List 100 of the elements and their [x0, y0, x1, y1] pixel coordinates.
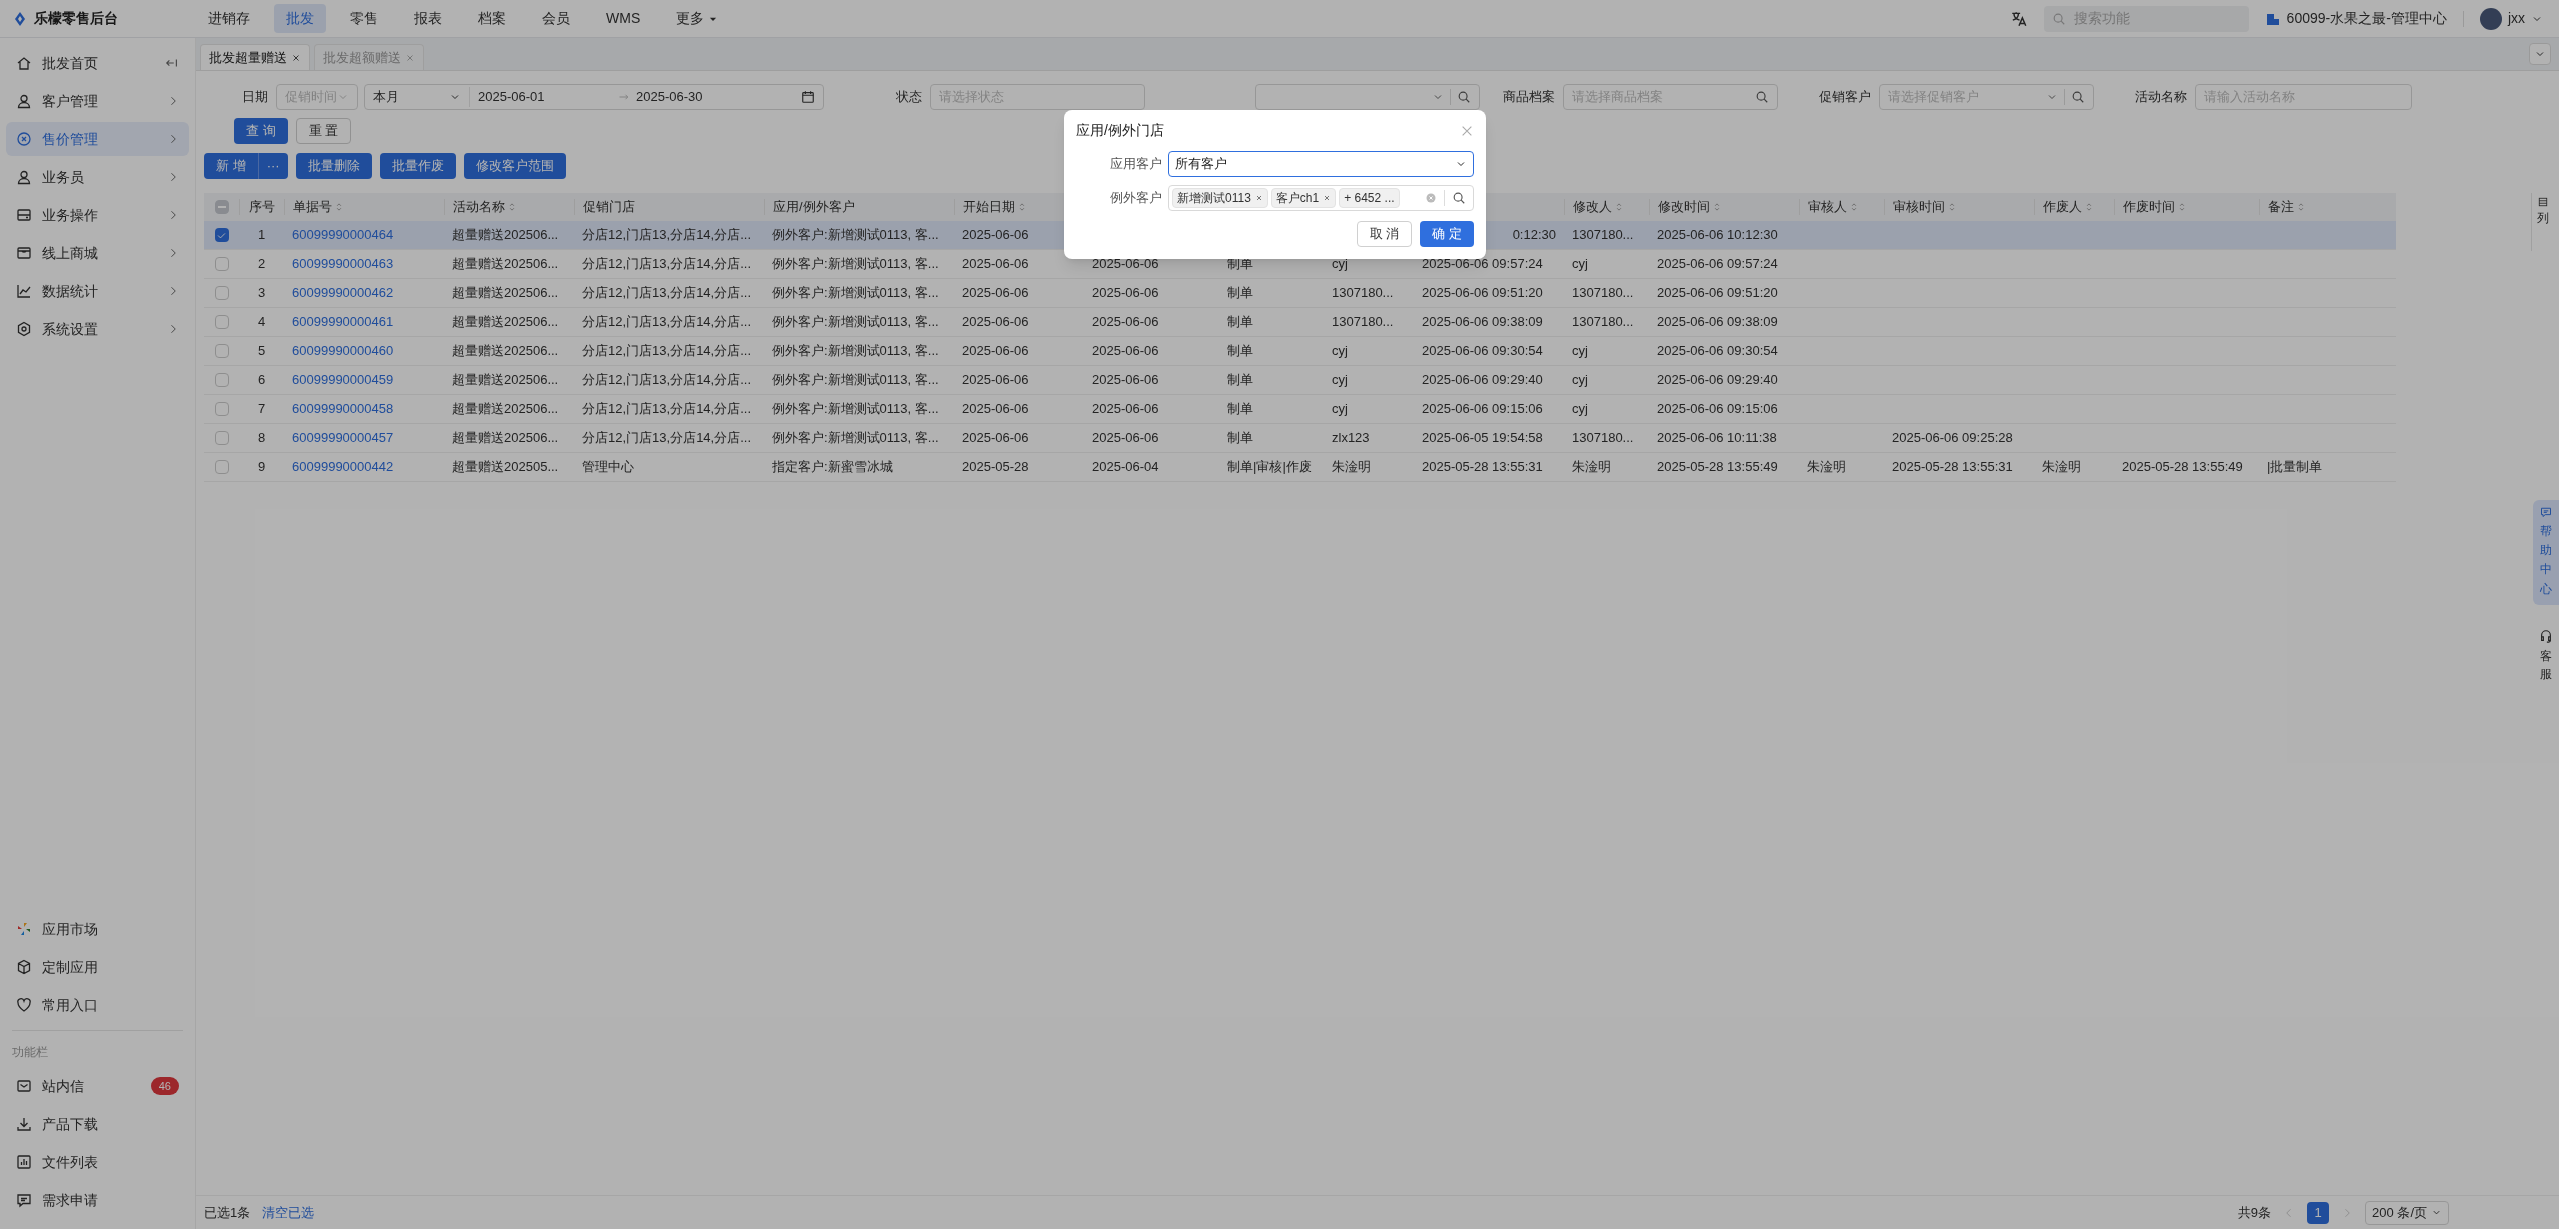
- table-cell-text: 分店12,门店13,分店14,分店...: [582, 429, 752, 448]
- table-cell-text: 分店12,门店13,分店14,分店...: [582, 313, 752, 332]
- section-title: 功能栏: [11, 1044, 49, 1061]
- table-cell-text: 制单|审核|作废: [1227, 458, 1312, 477]
- table-cell-text: 超量赠送202506...: [452, 371, 559, 390]
- table-cell-text: 朱淦明: [1807, 458, 1846, 477]
- table-cell-text: 分店12,门店13,分店14,分店...: [582, 255, 752, 274]
- count-badge: 46: [150, 1077, 179, 1095]
- table-cell-text: 2025-06-06 09:38:09: [1422, 313, 1543, 332]
- table-cell-text: 2025-06-06: [962, 429, 1029, 448]
- field-label: 商品档案: [1502, 88, 1556, 107]
- table-cell-text: 2025-06-06 09:29:40: [1657, 371, 1778, 390]
- table-cell-text: 分店12,门店13,分店14,分店...: [582, 284, 752, 303]
- table-cell-text: |批量制单: [2267, 458, 2323, 477]
- table-cell-text: 2025-06-06: [1092, 400, 1159, 419]
- table-cell-text: 制单: [1227, 400, 1253, 419]
- table-cell-text: 1307180...: [1572, 429, 1634, 448]
- table-cell-text: 0:12:30: [1512, 226, 1556, 245]
- table-cell-text: 4: [257, 313, 266, 332]
- table-cell-text: 2025-05-28 13:55:31: [1892, 458, 2013, 477]
- table-cell-text: 1307180...: [1332, 313, 1394, 332]
- table-cell-text: 2025-06-05 19:54:58: [1422, 429, 1543, 448]
- table-cell-text: 朱淦明: [1572, 458, 1611, 477]
- table-cell-text: 2025-06-06 09:51:20: [1657, 284, 1778, 303]
- table-cell-text: 管理中心: [582, 458, 634, 477]
- table-cell-text: 超量赠送202506...: [452, 342, 559, 361]
- table-cell-text: zlx123: [1332, 429, 1370, 448]
- table-cell-text: 超量赠送202506...: [452, 400, 559, 419]
- table-cell-text: cyj: [1572, 400, 1588, 419]
- table-cell-text: 制单: [1227, 342, 1253, 361]
- table-cell-text: 1307180...: [1332, 284, 1394, 303]
- field-label: 日期: [241, 88, 269, 107]
- table-cell-text: 分店12,门店13,分店14,分店...: [582, 342, 752, 361]
- table-cell-text: 9: [257, 458, 266, 477]
- dialog-title: 应用/例外门店: [1076, 121, 1164, 140]
- field-label: 促销客户: [1818, 88, 1872, 107]
- table-cell-text: 1: [257, 226, 266, 245]
- field-label: 状态: [895, 88, 923, 107]
- table-cell-text: 2025-06-06 09:57:24: [1657, 255, 1778, 274]
- table-cell-text: 2025-06-06 09:15:06: [1422, 400, 1543, 419]
- table-cell-text: 制单: [1227, 429, 1253, 448]
- table-cell-text: 例外客户:新增测试0113, 客...: [772, 342, 939, 361]
- table-cell-text: 7: [257, 400, 266, 419]
- table-cell-text: 例外客户:新增测试0113, 客...: [772, 400, 939, 419]
- table-cell-text: cyj: [1572, 342, 1588, 361]
- table-cell-text: 朱淦明: [2042, 458, 2081, 477]
- field-label: 活动名称: [2134, 88, 2188, 107]
- table-cell-text: 2025-06-06: [962, 400, 1029, 419]
- table-cell-text: 例外客户:新增测试0113, 客...: [772, 429, 939, 448]
- table-cell-text: 2025-06-04: [1092, 458, 1159, 477]
- table-cell-text: 例外客户:新增测试0113, 客...: [772, 226, 939, 245]
- table-cell-text: 2025-06-06: [1092, 284, 1159, 303]
- table-cell-text: cyj: [1572, 255, 1588, 274]
- table-cell-text: 2025-06-06: [962, 371, 1029, 390]
- table-cell-text: 2025-06-06 09:29:40: [1422, 371, 1543, 390]
- table-cell-text: 2025-06-06 09:30:54: [1422, 342, 1543, 361]
- table-cell-text: 超量赠送202506...: [452, 226, 559, 245]
- table-cell-text: 超量赠送202506...: [452, 255, 559, 274]
- table-cell-text: 分店12,门店13,分店14,分店...: [582, 226, 752, 245]
- table-cell-text: 2025-06-06 09:15:06: [1657, 400, 1778, 419]
- table-cell-text: 2025-06-06 10:11:38: [1657, 429, 1777, 448]
- table-cell-text: 分店12,门店13,分店14,分店...: [582, 371, 752, 390]
- table-cell-text: 2025-06-06: [962, 255, 1029, 274]
- table-cell-text: cyj: [1332, 255, 1348, 274]
- table-cell-text: 2: [257, 255, 266, 274]
- table-cell-text: 2025-06-06: [1092, 342, 1159, 361]
- table-cell-text: cyj: [1332, 342, 1348, 361]
- total-count: 共9条: [2237, 1203, 2272, 1222]
- table-cell-text: 超量赠送202506...: [452, 429, 559, 448]
- table-cell-text: 2025-06-06: [1092, 255, 1159, 274]
- table-cell-text: cyj: [1572, 371, 1588, 390]
- table-cell-text: 2025-05-28 13:55:31: [1422, 458, 1543, 477]
- table-cell-text: 超量赠送202506...: [452, 313, 559, 332]
- selection-count: 已选1条: [204, 1203, 251, 1222]
- table-cell-text: 2025-06-06: [962, 226, 1029, 245]
- table-cell-text: 1307180...: [1572, 313, 1634, 332]
- table-cell-text: 制单: [1227, 313, 1253, 332]
- table-cell-text: cyj: [1332, 400, 1348, 419]
- table-cell-text: 1307180...: [1572, 226, 1634, 245]
- table-cell-text: cyj: [1332, 371, 1348, 390]
- table-cell-text: 2025-06-06 10:12:30: [1657, 226, 1778, 245]
- table-cell-text: 2025-06-06 09:30:54: [1657, 342, 1778, 361]
- table-cell-text: 例外客户:新增测试0113, 客...: [772, 313, 939, 332]
- table-cell-text: 超量赠送202506...: [452, 284, 559, 303]
- table-cell-text: 2025-06-06: [962, 313, 1029, 332]
- table-cell-text: 3: [257, 284, 266, 303]
- table-cell-text: 朱淦明: [1332, 458, 1371, 477]
- table-cell-text: 8: [257, 429, 266, 448]
- table-cell-text: 2025-05-28 13:55:49: [2122, 458, 2243, 477]
- table-cell-text: 2025-05-28: [962, 458, 1029, 477]
- field-label: 应用客户: [1109, 155, 1163, 174]
- table-cell-text: 超量赠送202505...: [452, 458, 559, 477]
- table-cell-text: 5: [257, 342, 266, 361]
- table-cell-text: 2025-06-06 09:57:24: [1422, 255, 1543, 274]
- table-cell-text: 例外客户:新增测试0113, 客...: [772, 255, 939, 274]
- table-cell-text: 2025-06-06 09:25:28: [1892, 429, 2013, 448]
- field-label: 例外客户: [1109, 189, 1163, 208]
- table-cell-text: 2025-06-06: [1092, 429, 1159, 448]
- table-cell-text: 2025-06-06: [1092, 371, 1159, 390]
- app-title: 乐檬零售后台: [34, 9, 118, 28]
